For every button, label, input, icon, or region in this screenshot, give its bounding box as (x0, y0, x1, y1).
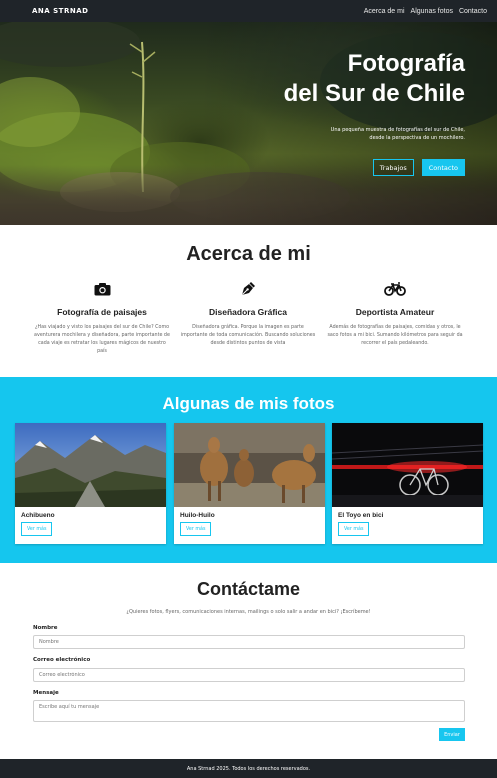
name-label: Nombre (33, 625, 58, 631)
feature-design: Diseñadora Gráfica Diseñadora gráfica. P… (173, 280, 323, 348)
see-more-button[interactable]: Ver más (180, 522, 212, 536)
see-more-button[interactable]: Ver más (21, 522, 53, 536)
feature-title: Fotografía de paisajes (57, 307, 147, 317)
contact-title: Contáctame (196, 579, 301, 599)
hero-subtitle: Una pequeña muestra de fotografías del s… (330, 127, 465, 141)
contact-button[interactable]: Contacto (421, 159, 465, 176)
feature-text: ¿Has viajado y visto los paisajes del su… (34, 325, 170, 354)
footer-copyright: Ana Strnad 2025. Todos los derechos rese… (186, 765, 311, 772)
card-title: Huilo-Huilo (180, 512, 215, 519)
feature-landscape: Fotografía de paisajes ¿Has viajado y vi… (27, 280, 177, 356)
message-label: Mensaje (33, 690, 59, 696)
brand-logo[interactable]: ANA STRNAD (32, 7, 88, 15)
hero-title-line1: Fotografía (347, 50, 465, 77)
card-title: El Toyo en bici (338, 512, 384, 519)
camera-icon (94, 283, 110, 296)
card-title: Achibueno (21, 512, 55, 519)
hero-title: Fotografía del Sur de Chile (284, 49, 465, 109)
hero-buttons: Trabajos Contacto (372, 159, 465, 176)
nav-link-about[interactable]: Acerca de mi (364, 8, 405, 15)
photos-section: Algunas de mis fotos Achibueno Ver más H… (0, 377, 497, 563)
feature-text: Además de fotografías de paisajes, comid… (327, 325, 463, 346)
pen-nib-icon (241, 282, 255, 296)
contact-section: Contáctame ¿Quieres fotos, flyers, comun… (0, 563, 497, 759)
hero-title-line2: del Sur de Chile (283, 80, 465, 107)
feature-sports: Deportista Amateur Además de fotografías… (320, 280, 470, 348)
top-navbar: ANA STRNAD Acerca de mi Algunas fotos Co… (0, 0, 497, 22)
nav-link-photos[interactable]: Algunas fotos (411, 8, 453, 15)
nav-links: Acerca de mi Algunas fotos Contacto (364, 8, 487, 15)
submit-button[interactable]: Enviar (439, 728, 465, 741)
hero-section: Fotografía del Sur de Chile Una pequeña … (0, 22, 497, 225)
work-button[interactable]: Trabajos (372, 159, 414, 176)
email-input[interactable] (33, 668, 465, 682)
email-label: Correo electrónico (33, 657, 91, 663)
photo-achibueno (15, 423, 166, 507)
feature-title: Deportista Amateur (355, 307, 435, 317)
photo-card-achibueno[interactable]: Achibueno Ver más (15, 423, 166, 544)
contact-intro: ¿Quieres fotos, flyers, comunicaciones i… (126, 609, 371, 615)
nav-link-contact[interactable]: Contacto (459, 8, 487, 15)
photo-toyo-bike (332, 423, 483, 507)
name-input[interactable] (33, 635, 465, 649)
photo-huilo-huilo (174, 423, 325, 507)
about-section: Acerca de mi Fotografía de paisajes ¿Has… (0, 225, 497, 377)
photo-card-huilo-huilo[interactable]: Huilo-Huilo Ver más (174, 423, 325, 544)
feature-text: Diseñadora gráfica. Porque la imagen es … (180, 325, 316, 346)
photos-title: Algunas de mis fotos (162, 394, 335, 413)
bicycle-icon (384, 282, 406, 296)
see-more-button[interactable]: Ver más (338, 522, 370, 536)
feature-title: Diseñadora Gráfica (209, 307, 287, 317)
photo-card-toyo[interactable]: El Toyo en bici Ver más (332, 423, 483, 544)
message-textarea[interactable] (33, 700, 465, 722)
footer: Ana Strnad 2025. Todos los derechos rese… (0, 759, 497, 778)
about-title: Acerca de mi (186, 243, 311, 265)
